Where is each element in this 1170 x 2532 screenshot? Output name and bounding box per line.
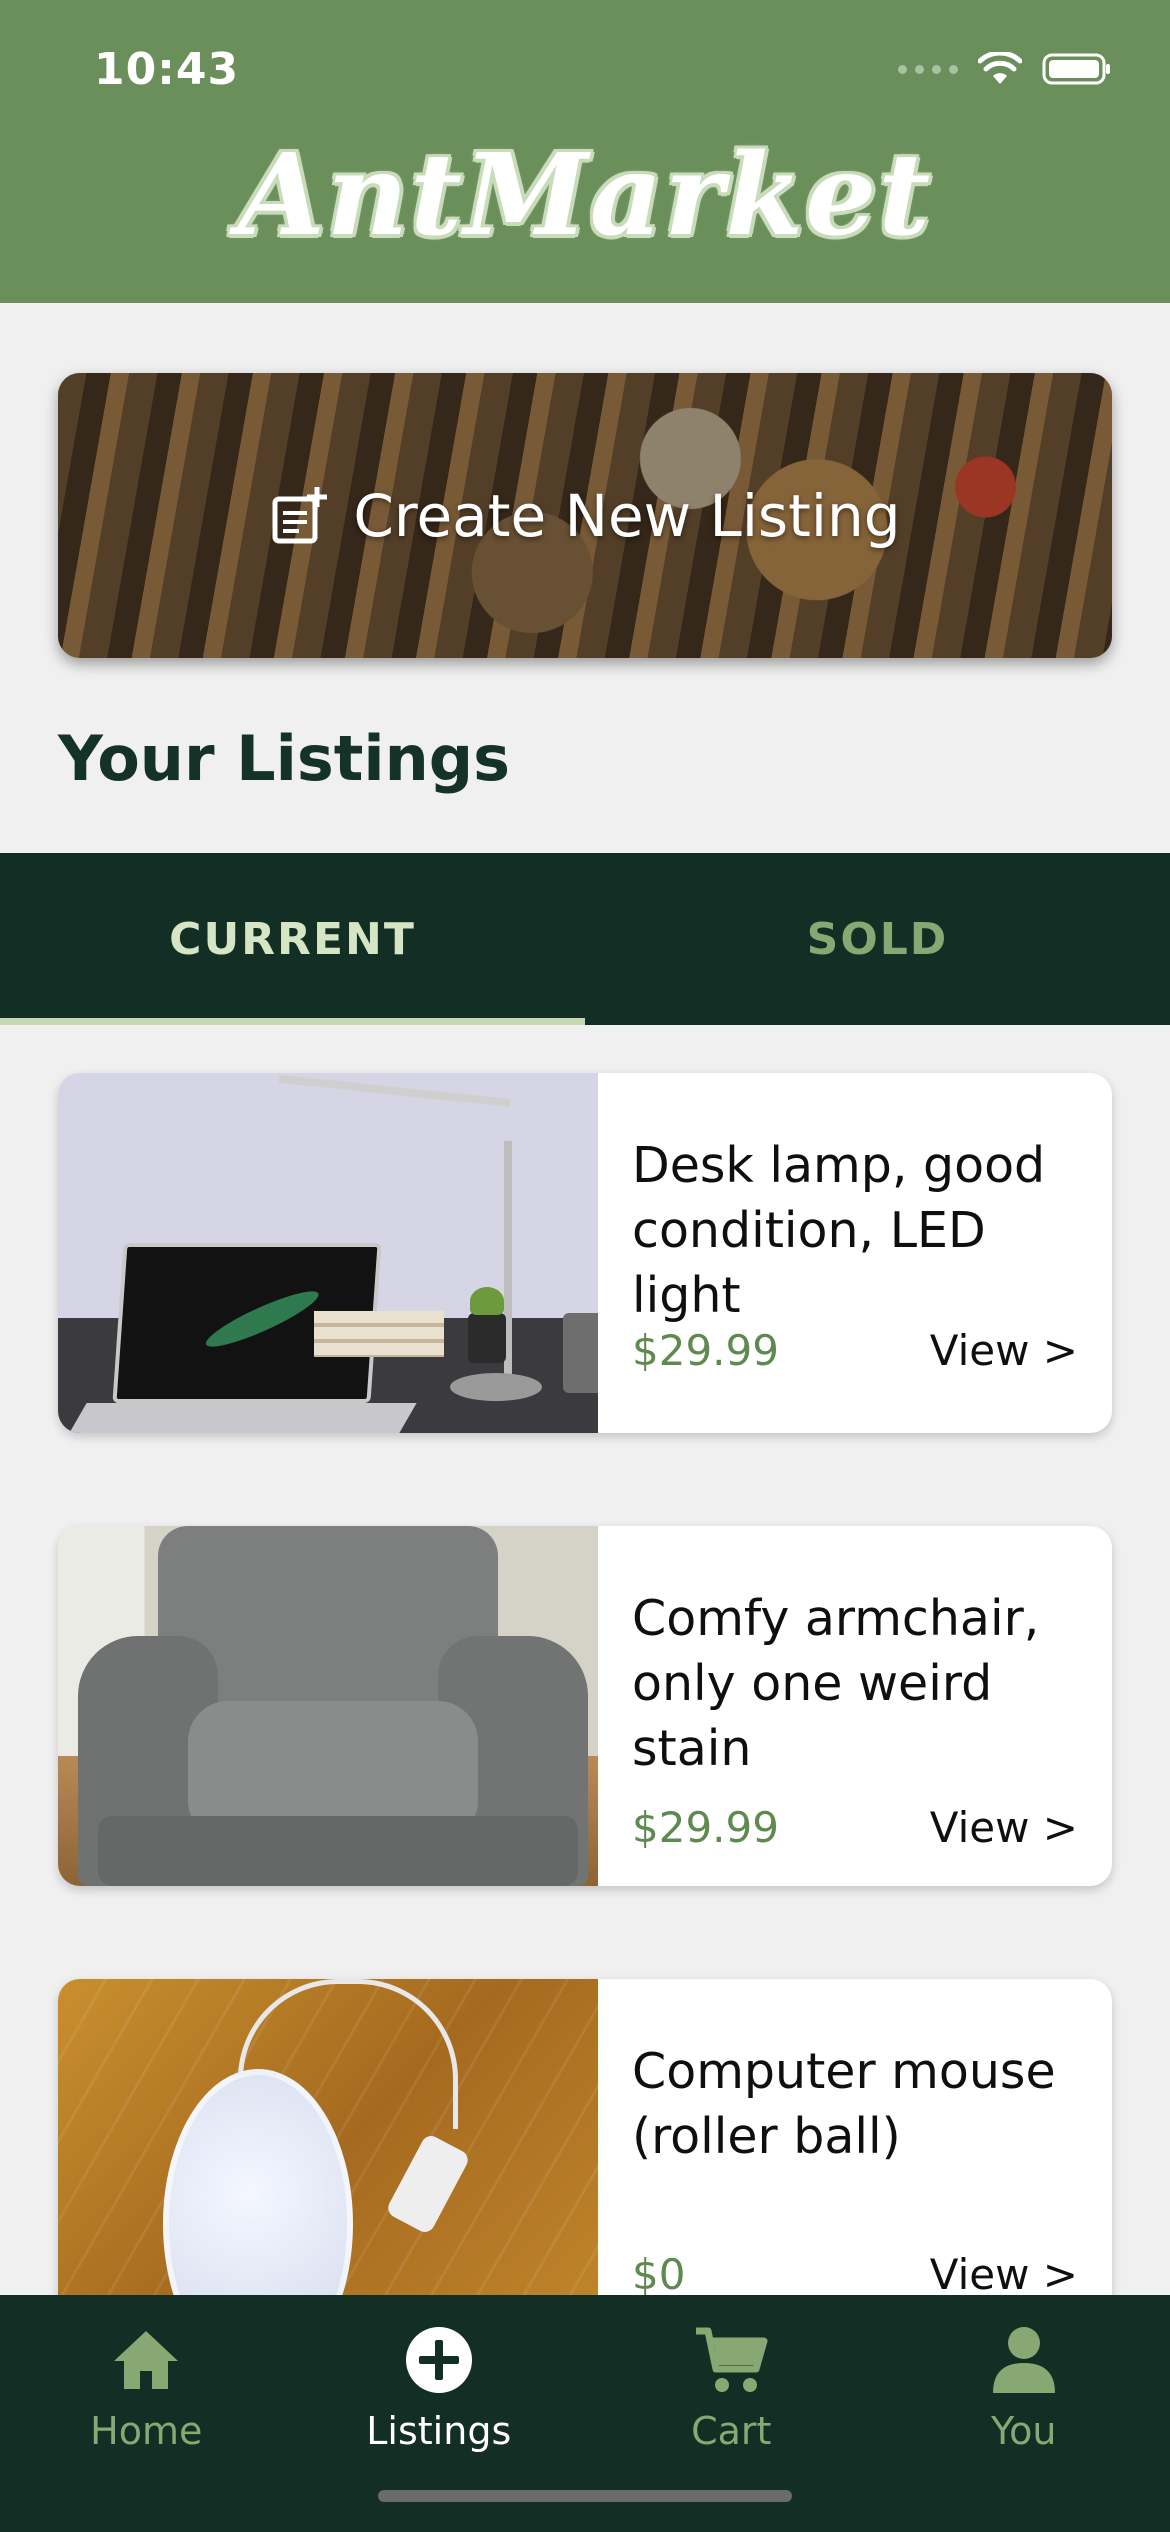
cellular-signal-icon — [898, 64, 958, 74]
listing-tabs: CURRENT SOLD — [0, 853, 1170, 1025]
create-listing-button[interactable]: Create New Listing — [58, 373, 1112, 658]
tab-sold-label: SOLD — [806, 913, 949, 965]
tab-current-label: CURRENT — [169, 913, 416, 965]
section-title: Your Listings — [58, 722, 511, 795]
nav-cart-label: Cart — [691, 2409, 772, 2453]
listing-card[interactable]: Comfy armchair, only one weird stain $29… — [58, 1526, 1112, 1886]
view-listing-link[interactable]: View > — [930, 1803, 1078, 1852]
cart-icon — [690, 2319, 772, 2401]
status-icons — [898, 52, 1112, 86]
listing-title: Comfy armchair, only one weird stain — [632, 1590, 1040, 1777]
create-listing-label: Create New Listing — [353, 481, 901, 550]
nav-home-label: Home — [90, 2409, 203, 2453]
battery-icon — [1042, 53, 1110, 85]
listing-details: Desk lamp, good condition, LED light $29… — [598, 1073, 1112, 1433]
home-icon — [105, 2319, 187, 2401]
listing-card[interactable]: Desk lamp, good condition, LED light $29… — [58, 1073, 1112, 1433]
listing-price: $0 — [632, 2250, 686, 2299]
nav-home[interactable]: Home — [0, 2295, 293, 2532]
armchair-photo — [58, 1526, 598, 1886]
desk-lamp-photo — [58, 1073, 598, 1433]
add-note-icon — [272, 486, 328, 543]
view-listing-link[interactable]: View > — [930, 1326, 1078, 1375]
nav-you-label: You — [991, 2409, 1057, 2453]
tab-sold[interactable]: SOLD — [585, 853, 1170, 1025]
screen: 10:43 AntMarket Create New Listing Your … — [0, 0, 1170, 2532]
status-time: 10:43 — [94, 44, 240, 95]
computer-mouse-photo — [58, 1979, 598, 2339]
nav-listings-label: Listings — [366, 2409, 512, 2453]
create-listing-content: Create New Listing — [58, 373, 1112, 658]
listing-title: Computer mouse (roller ball) — [632, 2043, 1056, 2165]
listing-title: Desk lamp, good condition, LED light — [632, 1137, 1046, 1324]
active-tab-indicator — [0, 1018, 585, 1025]
tab-current[interactable]: CURRENT — [0, 853, 585, 1025]
listing-price: $29.99 — [632, 1326, 779, 1375]
nav-you[interactable]: You — [878, 2295, 1170, 2532]
app-header: 10:43 AntMarket — [0, 0, 1170, 303]
home-indicator[interactable] — [378, 2490, 792, 2502]
person-icon — [983, 2319, 1065, 2401]
plus-circle-icon — [398, 2319, 480, 2401]
view-listing-link[interactable]: View > — [930, 2250, 1078, 2299]
app-logo: AntMarket — [237, 130, 933, 261]
listing-details: Comfy armchair, only one weird stain $29… — [598, 1526, 1112, 1886]
wifi-icon — [978, 52, 1022, 84]
listing-card[interactable]: Computer mouse (roller ball) $0 View > — [58, 1979, 1112, 2339]
listing-details: Computer mouse (roller ball) $0 View > — [598, 1979, 1112, 2339]
listing-price: $29.99 — [632, 1803, 779, 1852]
